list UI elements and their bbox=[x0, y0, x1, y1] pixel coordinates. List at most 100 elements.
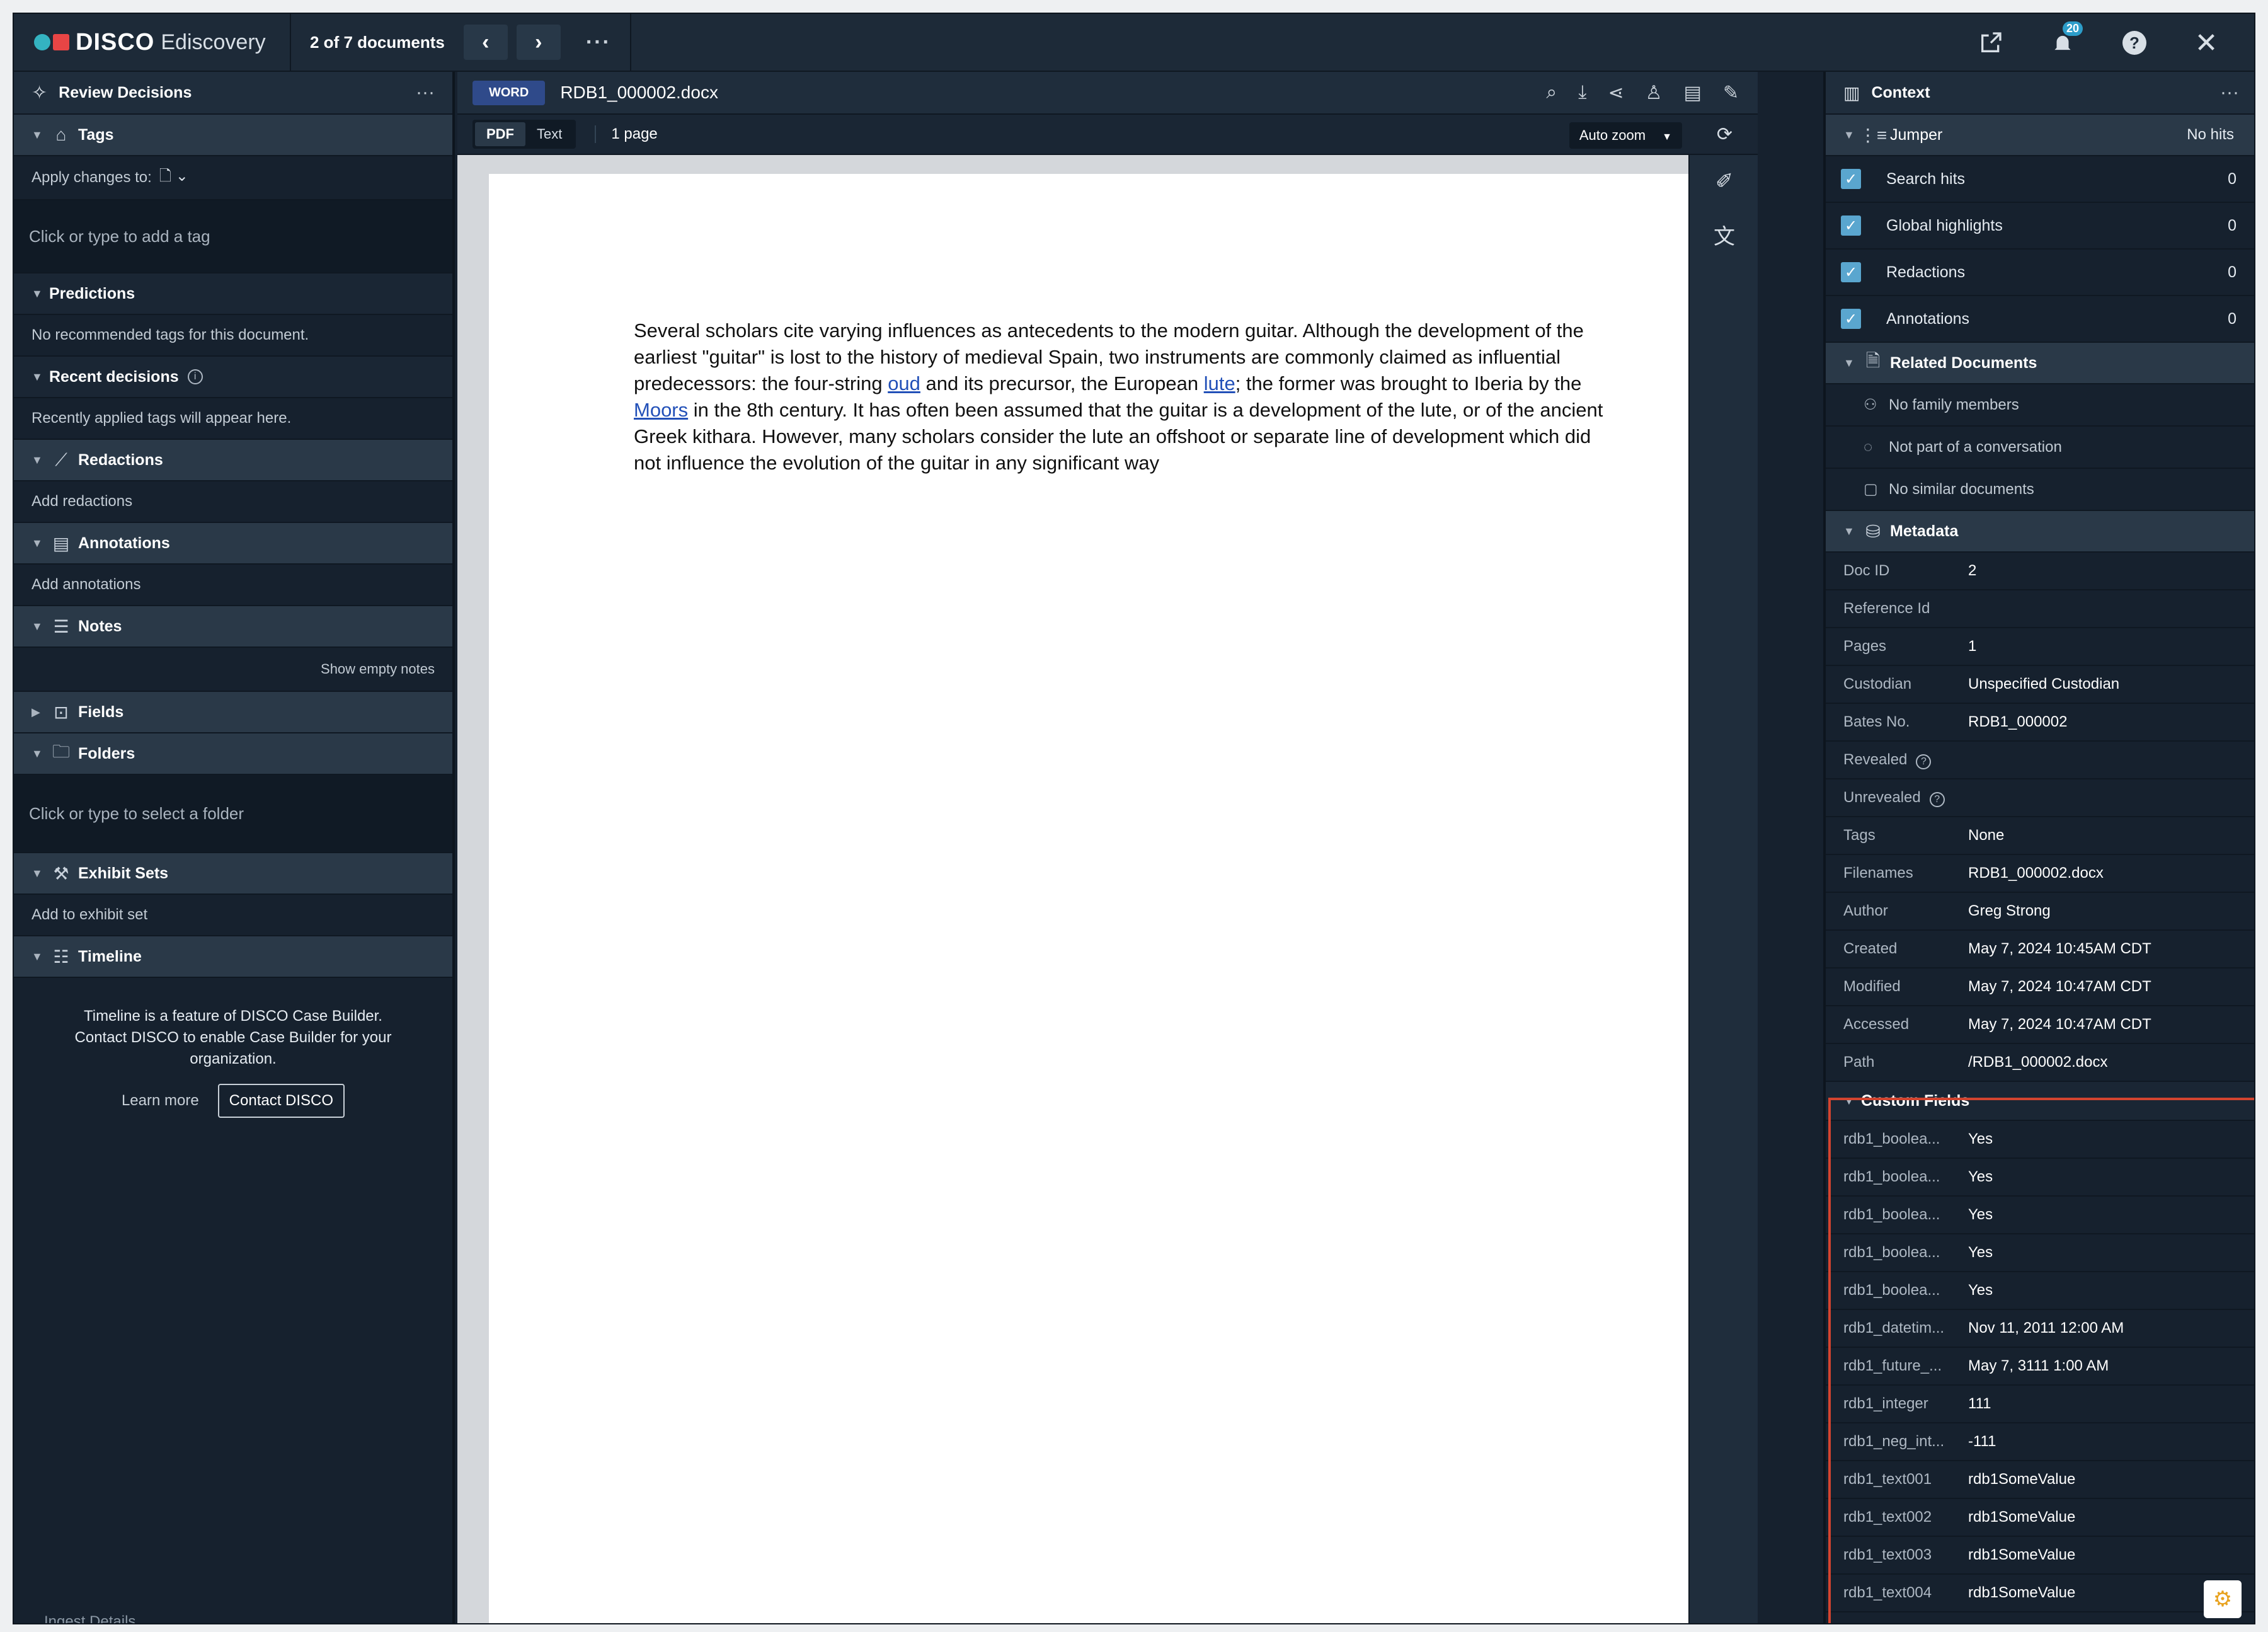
jumper-row[interactable]: ✓ Global highlights 0 bbox=[1826, 203, 2254, 250]
caret-right-icon: ▶ bbox=[32, 705, 40, 718]
section-redactions[interactable]: ▼ ⟋ Redactions bbox=[14, 440, 452, 481]
section-fields[interactable]: ▶ ⊡ Fields bbox=[14, 692, 452, 733]
share-icon[interactable]: ⋖ bbox=[1608, 82, 1624, 104]
context-icon: ▥ bbox=[1843, 83, 1860, 103]
jumper-list: ✓ Search hits 0 ✓ Global highlights 0 ✓ Redacti… bbox=[1826, 156, 2254, 343]
section-label: Timeline bbox=[78, 947, 142, 965]
oud-link[interactable]: oud bbox=[888, 372, 920, 394]
section-jumper[interactable]: ▼ ⋮≡ Jumper No hits bbox=[1826, 115, 2254, 156]
next-document-button[interactable]: › bbox=[516, 25, 561, 60]
contact-disco-button[interactable]: Contact DISCO bbox=[217, 1084, 345, 1118]
section-metadata[interactable]: ▼ ⛁ Metadata bbox=[1826, 511, 2254, 553]
zoom-select[interactable]: Auto zoom ▼ bbox=[1569, 122, 1682, 149]
section-label: Recent decisions bbox=[49, 367, 179, 386]
section-recent-decisions[interactable]: ▼ Recent decisions i bbox=[14, 357, 452, 398]
info-icon[interactable]: i bbox=[187, 369, 203, 384]
lute-link[interactable]: lute bbox=[1204, 372, 1235, 394]
section-label: Tags bbox=[78, 125, 114, 144]
metadata-row: Reference Id bbox=[1826, 590, 2254, 628]
section-related-documents[interactable]: ▼ 🗎 Related Documents bbox=[1826, 343, 2254, 384]
view-mode-toggle: PDF Text bbox=[472, 120, 576, 149]
settings-button[interactable]: ⚙ bbox=[2204, 1580, 2242, 1618]
file-type-badge: WORD bbox=[472, 80, 546, 105]
folder-input-placeholder: Click or type to select a folder bbox=[29, 803, 244, 823]
section-annotations[interactable]: ▼ ▤ Annotations bbox=[14, 523, 452, 565]
metadata-key-cell: Doc ID bbox=[1843, 562, 1968, 580]
metadata-key-cell: Pages bbox=[1843, 638, 1968, 655]
add-exhibit-row[interactable]: Add to exhibit set bbox=[14, 895, 452, 936]
checkbox-checked-icon[interactable]: ✓ bbox=[1841, 309, 1861, 329]
jumper-row[interactable]: ✓ Annotations 0 bbox=[1826, 296, 2254, 343]
section-label: Redactions bbox=[78, 451, 163, 469]
metadata-row: Unrevealed? bbox=[1826, 779, 2254, 817]
metadata-value: 1 bbox=[1968, 638, 1977, 655]
tag-input[interactable]: Click or type to add a tag bbox=[14, 200, 452, 273]
download-icon[interactable]: ⤓ bbox=[1578, 82, 1586, 103]
moors-link[interactable]: Moors bbox=[634, 399, 688, 421]
help-icon[interactable]: ? bbox=[1916, 754, 1932, 769]
metadata-key: Tags bbox=[1843, 827, 1876, 844]
section-tags[interactable]: ▼ ⌂ Tags bbox=[14, 115, 452, 156]
rotate-icon[interactable]: ⟳ bbox=[1717, 124, 1732, 146]
help-button[interactable]: ? bbox=[2109, 18, 2160, 68]
comment-icon[interactable]: ▤ bbox=[1684, 82, 1702, 104]
timeline-text: Timeline is a feature of DISCO Case Buil… bbox=[74, 1008, 392, 1067]
related-docs-icon: 🗎 bbox=[1865, 351, 1881, 371]
metadata-row: Accessed May 7, 2024 10:47AM CDT bbox=[1826, 1006, 2254, 1044]
panel-menu-icon[interactable]: ··· bbox=[2220, 82, 2239, 103]
file-name: RDB1_000002.docx bbox=[560, 83, 718, 102]
section-exhibit-sets[interactable]: ▼ ⚒ Exhibit Sets bbox=[14, 853, 452, 895]
context-header: ▥ Context ··· bbox=[1826, 72, 2254, 115]
metadata-row: Revealed? bbox=[1826, 742, 2254, 779]
help-icon[interactable]: ? bbox=[1929, 791, 1945, 807]
section-predictions[interactable]: ▼ Predictions bbox=[14, 273, 452, 315]
ingest-details-label: Ingest Details bbox=[44, 1613, 135, 1623]
checkbox-checked-icon[interactable]: ✓ bbox=[1841, 262, 1861, 282]
edit-note-icon[interactable]: ✐ bbox=[1690, 155, 1759, 208]
checkbox-checked-icon[interactable]: ✓ bbox=[1841, 169, 1861, 189]
text-mode-button[interactable]: Text bbox=[525, 122, 573, 146]
caret-down-icon: ▼ bbox=[1843, 524, 1855, 537]
person-icon[interactable]: ♙ bbox=[1646, 82, 1663, 104]
text-part: in the 8th century. It has often been as… bbox=[634, 399, 1603, 474]
folder-input[interactable]: Click or type to select a folder bbox=[14, 775, 452, 853]
caret-down-icon: ▼ bbox=[32, 287, 43, 300]
open-in-new-window-button[interactable] bbox=[1966, 18, 2016, 68]
app-logo[interactable]: DISCO Ediscovery bbox=[14, 14, 291, 71]
fields-icon: ⊡ bbox=[54, 702, 69, 722]
more-options-icon[interactable]: ··· bbox=[586, 30, 611, 55]
metadata-row: Custodian Unspecified Custodian bbox=[1826, 666, 2254, 704]
section-notes[interactable]: ▼ ☰ Notes bbox=[14, 606, 452, 648]
translate-icon[interactable]: 文 bbox=[1690, 208, 1759, 261]
chevron-left-icon: ‹ bbox=[482, 30, 490, 54]
related-list: ⚇ No family members ◌ Not part of a convers… bbox=[1826, 384, 2254, 511]
metadata-value: /RDB1_000002.docx bbox=[1968, 1054, 2108, 1071]
learn-more-link[interactable]: Learn more bbox=[122, 1090, 199, 1112]
zoom-value: Auto zoom bbox=[1579, 127, 1646, 143]
gear-icon: ⚙ bbox=[2213, 1587, 2233, 1611]
previous-document-button[interactable]: ‹ bbox=[463, 25, 508, 60]
metadata-value: May 7, 2024 10:45AM CDT bbox=[1968, 940, 2151, 957]
pdf-mode-button[interactable]: PDF bbox=[475, 122, 525, 146]
checkbox-checked-icon[interactable]: ✓ bbox=[1841, 215, 1861, 236]
add-annotations-row[interactable]: Add annotations bbox=[14, 565, 452, 606]
panel-menu-icon[interactable]: ··· bbox=[416, 82, 435, 103]
jumper-label: Redactions bbox=[1886, 263, 1966, 281]
metadata-key-cell: Tags bbox=[1843, 827, 1968, 844]
highlighter-icon[interactable]: ✎ bbox=[1723, 82, 1739, 104]
metadata-key: Revealed bbox=[1843, 750, 1908, 768]
caret-down-icon: ▼ bbox=[32, 128, 43, 141]
jumper-row[interactable]: ✓ Redactions 0 bbox=[1826, 250, 2254, 296]
notifications-button[interactable]: 20 bbox=[2037, 18, 2088, 68]
search-icon[interactable]: ⌕ bbox=[1546, 82, 1557, 103]
panel-title: Review Decisions bbox=[59, 83, 192, 101]
close-button[interactable]: ✕ bbox=[2181, 18, 2231, 68]
annotation-icon: ▤ bbox=[52, 533, 70, 553]
jumper-row[interactable]: ✓ Search hits 0 bbox=[1826, 156, 2254, 203]
show-empty-notes-link[interactable]: Show empty notes bbox=[321, 661, 435, 677]
section-folders[interactable]: ▼ 🗀 Folders bbox=[14, 733, 452, 775]
section-label: Fields bbox=[78, 703, 124, 721]
section-timeline[interactable]: ▼ ☷ Timeline bbox=[14, 936, 452, 978]
document-scope-dropdown[interactable]: 🗋 ⌄ bbox=[159, 165, 188, 191]
add-redactions-row[interactable]: Add redactions bbox=[14, 481, 452, 523]
